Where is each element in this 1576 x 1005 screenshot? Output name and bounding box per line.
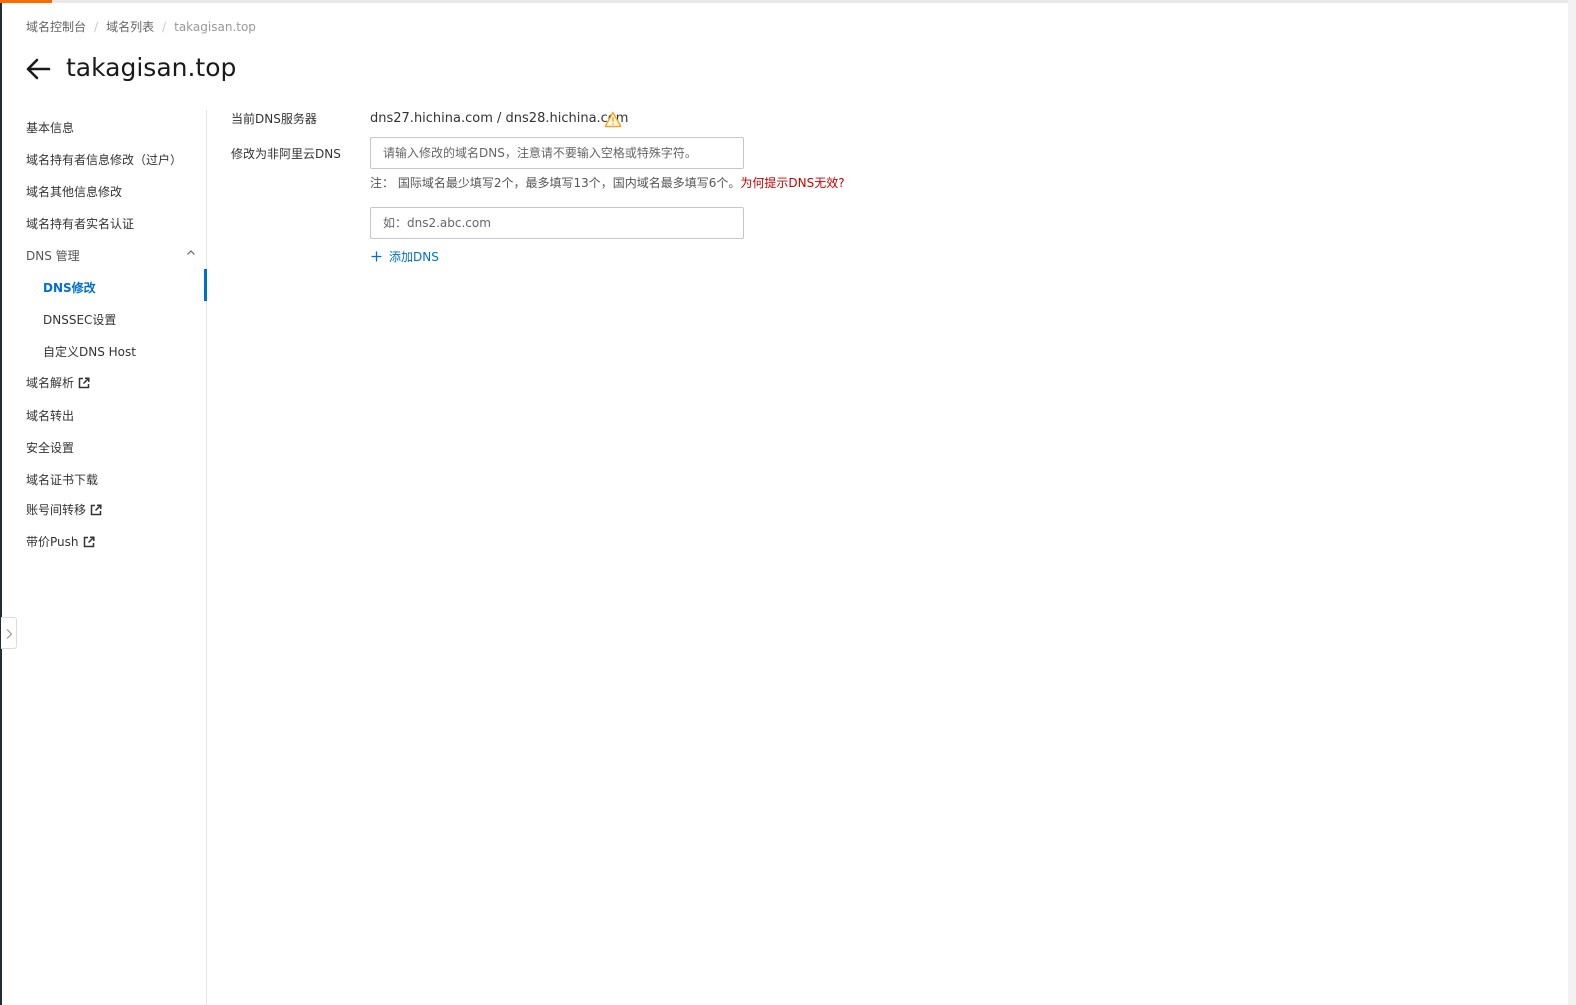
current-dns-value: dns27.hichina.com / dns28.hichina.com <box>370 111 629 126</box>
sidebar-group-dns-management[interactable]: DNS 管理 <box>26 247 80 265</box>
sidebar <box>0 110 207 1005</box>
breadcrumb: 域名控制台 / 域名列表 / takagisan.top <box>26 18 256 36</box>
breadcrumb-domain-list[interactable]: 域名列表 <box>106 20 154 34</box>
sidebar-item-owner-transfer[interactable]: 域名持有者信息修改（过户） <box>26 151 182 169</box>
breadcrumb-separator: / <box>94 20 99 34</box>
external-link-icon <box>78 377 90 389</box>
external-link-icon <box>90 504 102 516</box>
current-dns-label: 当前DNS服务器 <box>231 112 317 126</box>
sidebar-item-label: 域名解析 <box>26 376 75 390</box>
sidebar-item-label: 带价Push <box>26 535 79 549</box>
sidebar-item-account-transfer[interactable]: 账号间转移 <box>26 501 102 519</box>
external-link-icon <box>83 536 95 548</box>
sidebar-item-other-info[interactable]: 域名其他信息修改 <box>26 183 122 201</box>
dns-input-1[interactable] <box>370 137 744 169</box>
sidebar-item-dns-resolve[interactable]: 域名解析 <box>26 374 90 392</box>
change-dns-label: 修改为非阿里云DNS <box>231 147 341 161</box>
sidebar-item-basic-info[interactable]: 基本信息 <box>26 119 74 137</box>
invalid-dns-help-link[interactable]: 为何提示DNS无效? <box>740 176 844 190</box>
breadcrumb-separator: / <box>162 20 167 34</box>
sidebar-item-custom-dns-host[interactable]: 自定义DNS Host <box>43 343 136 361</box>
warning-triangle-icon[interactable] <box>604 111 622 128</box>
arrow-left-icon <box>26 58 51 80</box>
dns-note-text: 注： 国际域名最少填写2个，最多填写13个，国内域名最多填写6个。 <box>370 176 741 190</box>
add-dns-button[interactable]: 添加DNS <box>371 248 439 266</box>
top-border <box>0 0 1568 3</box>
breadcrumb-current-domain: takagisan.top <box>174 20 256 34</box>
plus-icon <box>371 251 382 262</box>
scrollbar-track[interactable] <box>1568 0 1576 1005</box>
add-dns-label: 添加DNS <box>389 250 439 264</box>
dns-note: 注： 国际域名最少填写2个，最多填写13个，国内域名最多填写6个。为何提示DNS… <box>370 174 845 192</box>
sidebar-collapse-toggle[interactable] <box>1 617 17 649</box>
sidebar-item-certificate-download[interactable]: 域名证书下载 <box>26 471 98 489</box>
sidebar-item-real-name-auth[interactable]: 域名持有者实名认证 <box>26 215 134 233</box>
sidebar-item-price-push[interactable]: 带价Push <box>26 533 95 551</box>
chevron-right-icon <box>6 629 13 639</box>
breadcrumb-domain-console[interactable]: 域名控制台 <box>26 20 86 34</box>
sidebar-item-dns-modify[interactable]: DNS修改 <box>43 279 96 297</box>
sidebar-item-domain-transfer-out[interactable]: 域名转出 <box>26 407 74 425</box>
dns-input-2[interactable] <box>370 207 744 239</box>
chevron-up-icon[interactable] <box>186 248 196 258</box>
back-button[interactable] <box>24 55 52 83</box>
sidebar-item-dnssec[interactable]: DNSSEC设置 <box>43 311 116 329</box>
top-accent-bar <box>0 0 52 3</box>
page-title: takagisan.top <box>66 53 237 82</box>
active-item-indicator <box>204 269 207 301</box>
sidebar-item-security-settings[interactable]: 安全设置 <box>26 439 74 457</box>
sidebar-item-label: 账号间转移 <box>26 503 87 517</box>
